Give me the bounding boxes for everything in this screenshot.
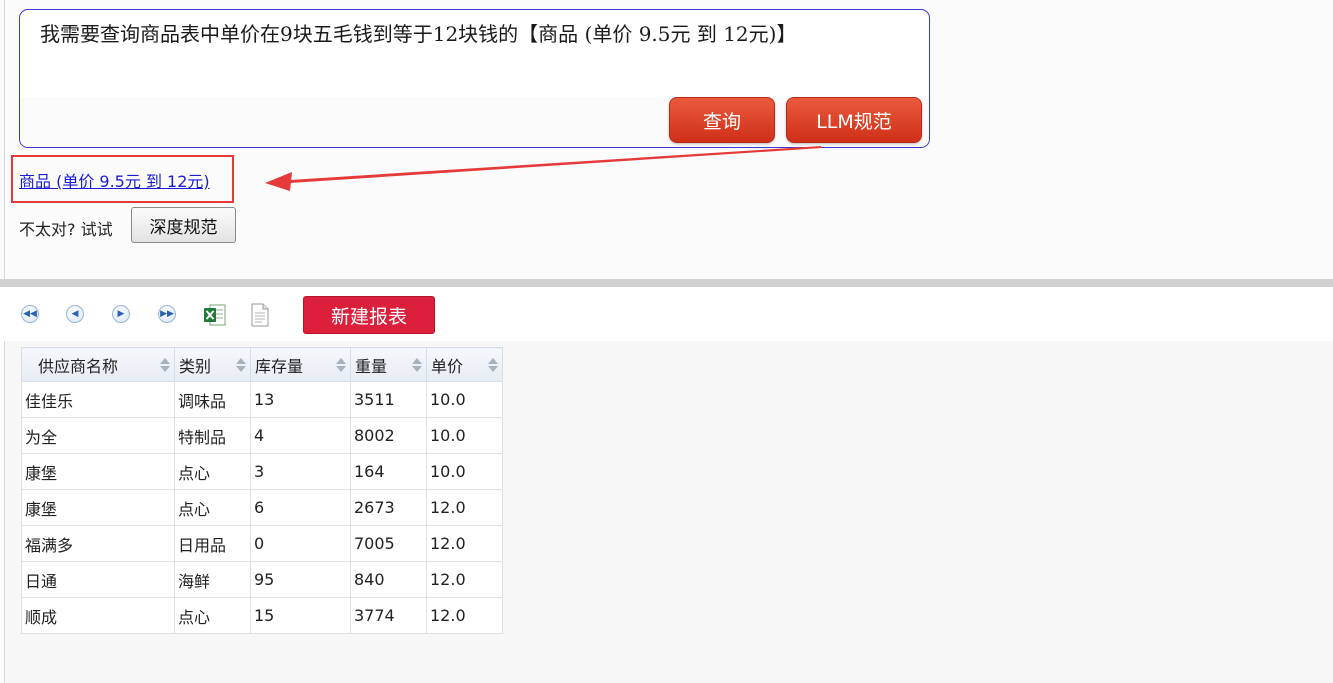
cell-stock: 6	[250, 489, 351, 526]
cell-price: 12.0	[426, 597, 503, 634]
cell-category: 调味品	[174, 381, 251, 418]
excel-export-icon[interactable]	[203, 303, 227, 327]
cell-supplier: 日通	[21, 561, 175, 598]
panel-divider[interactable]	[0, 279, 1333, 287]
cell-category: 特制品	[174, 417, 251, 454]
cell-supplier: 福满多	[21, 525, 175, 562]
cell-category: 点心	[174, 597, 251, 634]
table-row[interactable]: 福满多 日用品 0 7005 12.0	[21, 525, 503, 562]
column-header-label: 重量	[355, 356, 388, 376]
column-header-label: 类别	[179, 356, 212, 376]
query-text[interactable]: 我需要查询商品表中单价在9块五毛钱到等于12块钱的【商品 (单价 9.5元 到 …	[40, 20, 910, 48]
cell-category: 日用品	[174, 525, 251, 562]
sort-icon[interactable]	[411, 357, 423, 373]
retry-hint-text: 不太对? 试试	[19, 220, 113, 239]
cell-price: 12.0	[426, 489, 503, 526]
cell-weight: 840	[350, 561, 427, 598]
column-header-supplier[interactable]: 供应商名称	[21, 347, 175, 382]
cell-weight: 8002	[350, 417, 427, 454]
last-page-icon[interactable]: ▶▶	[158, 305, 176, 323]
cell-supplier: 为全	[21, 417, 175, 454]
cell-stock: 95	[250, 561, 351, 598]
column-header-label: 单价	[431, 356, 464, 376]
column-header-weight[interactable]: 重量	[350, 347, 427, 382]
cell-weight: 3511	[350, 381, 427, 418]
cell-weight: 3774	[350, 597, 427, 634]
column-header-label: 库存量	[255, 356, 304, 376]
cell-weight: 164	[350, 453, 427, 490]
table-row[interactable]: 康堡 点心 3 164 10.0	[21, 453, 503, 490]
table-row[interactable]: 为全 特制品 4 8002 10.0	[21, 417, 503, 454]
result-table: 供应商名称 类别 库存量 重量 单价 佳佳乐 调味品 13 3511 10.0 …	[21, 347, 503, 634]
cell-price: 12.0	[426, 525, 503, 562]
cell-stock: 15	[250, 597, 351, 634]
cell-weight: 7005	[350, 525, 427, 562]
normalized-result-link[interactable]: 商品 (单价 9.5元 到 12元)	[19, 168, 210, 192]
query-button[interactable]: 查询	[669, 97, 775, 143]
first-page-icon[interactable]: ◀◀	[21, 305, 39, 323]
column-header-category[interactable]: 类别	[174, 347, 251, 382]
query-input-box[interactable]: 我需要查询商品表中单价在9块五毛钱到等于12块钱的【商品 (单价 9.5元 到 …	[19, 9, 930, 148]
sort-icon[interactable]	[159, 357, 171, 373]
cell-stock: 4	[250, 417, 351, 454]
cell-supplier: 康堡	[21, 453, 175, 490]
table-row[interactable]: 日通 海鲜 95 840 12.0	[21, 561, 503, 598]
cell-category: 点心	[174, 489, 251, 526]
sort-icon[interactable]	[235, 357, 247, 373]
cell-price: 10.0	[426, 417, 503, 454]
cell-price: 10.0	[426, 453, 503, 490]
cell-stock: 13	[250, 381, 351, 418]
cell-category: 点心	[174, 453, 251, 490]
report-toolbar: ◀◀ ◀ ▶ ▶▶ 新建报表	[0, 287, 1333, 341]
cell-weight: 2673	[350, 489, 427, 526]
table-row[interactable]: 顺成 点心 15 3774 12.0	[21, 597, 503, 634]
table-row[interactable]: 佳佳乐 调味品 13 3511 10.0	[21, 381, 503, 418]
cell-supplier: 顺成	[21, 597, 175, 634]
cell-supplier: 佳佳乐	[21, 381, 175, 418]
new-report-button[interactable]: 新建报表	[303, 296, 435, 334]
cell-stock: 0	[250, 525, 351, 562]
column-header-price[interactable]: 单价	[426, 347, 503, 382]
column-header-stock[interactable]: 库存量	[250, 347, 351, 382]
prev-page-icon[interactable]: ◀	[66, 305, 84, 323]
text-export-icon[interactable]	[250, 303, 270, 327]
cell-supplier: 康堡	[21, 489, 175, 526]
column-header-label: 供应商名称	[38, 356, 119, 376]
cell-price: 10.0	[426, 381, 503, 418]
cell-category: 海鲜	[174, 561, 251, 598]
sort-icon[interactable]	[335, 357, 347, 373]
llm-normalize-button[interactable]: LLM规范	[786, 97, 922, 143]
cell-stock: 3	[250, 453, 351, 490]
next-page-icon[interactable]: ▶	[112, 305, 130, 323]
table-header-row: 供应商名称 类别 库存量 重量 单价	[21, 347, 503, 382]
deep-normalize-button[interactable]: 深度规范	[131, 207, 236, 243]
cell-price: 12.0	[426, 561, 503, 598]
sort-icon[interactable]	[487, 357, 499, 373]
table-row[interactable]: 康堡 点心 6 2673 12.0	[21, 489, 503, 526]
